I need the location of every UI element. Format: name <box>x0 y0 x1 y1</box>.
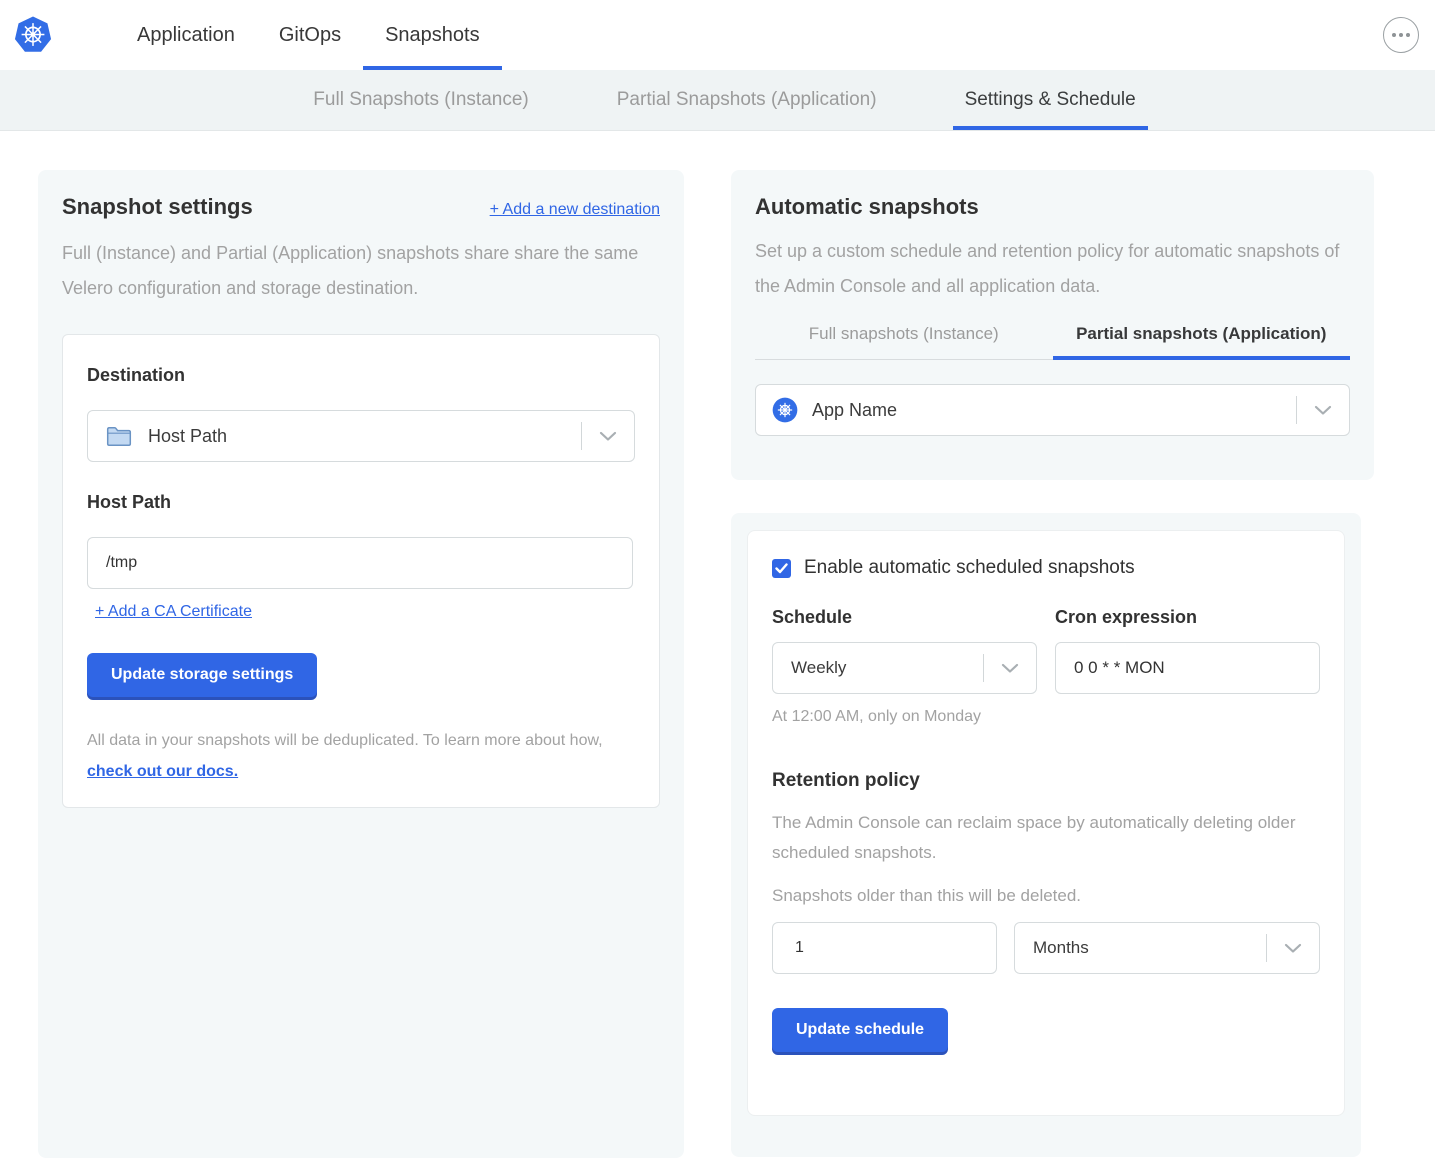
chevron-down-icon[interactable] <box>984 663 1036 674</box>
subnav-tab-full-snapshots[interactable]: Full Snapshots (Instance) <box>313 70 528 130</box>
tab-full-snapshots-instance[interactable]: Full snapshots (Instance) <box>755 324 1053 360</box>
automatic-snapshots-panel: Automatic snapshots Set up a custom sche… <box>731 170 1374 480</box>
app-select[interactable]: App Name <box>755 384 1350 436</box>
docs-link[interactable]: check out our docs. <box>87 763 238 780</box>
schedule-column: Schedule Weekly <box>772 607 1037 726</box>
enable-snapshots-label: Enable automatic scheduled snapshots <box>804 557 1135 579</box>
retention-policy-section: Retention policy The Admin Console can r… <box>772 770 1320 974</box>
automatic-snapshots-description: Set up a custom schedule and retention p… <box>755 234 1350 304</box>
enable-snapshots-checkbox[interactable] <box>772 559 791 578</box>
ellipsis-menu-icon[interactable] <box>1383 17 1419 53</box>
snapshot-settings-title: Snapshot settings <box>62 194 253 220</box>
retention-hint: Snapshots older than this will be delete… <box>772 886 1320 906</box>
nav-item-gitops[interactable]: GitOps <box>257 0 363 70</box>
cron-column: Cron expression <box>1055 607 1320 726</box>
cron-expression-label: Cron expression <box>1055 607 1320 628</box>
automatic-snapshots-title: Automatic snapshots <box>755 194 1350 220</box>
destination-value: Host Path <box>148 426 227 447</box>
folder-icon <box>106 426 132 447</box>
tab-partial-snapshots-application[interactable]: Partial snapshots (Application) <box>1053 324 1351 360</box>
schedule-form-row: Schedule Weekly <box>772 607 1320 726</box>
schedule-label: Schedule <box>772 607 1037 628</box>
chevron-down-icon[interactable] <box>1267 943 1319 954</box>
host-path-label: Host Path <box>87 492 635 513</box>
snapshot-settings-description: Full (Instance) and Partial (Application… <box>62 236 660 306</box>
snapshot-settings-header: Snapshot settings + Add a new destinatio… <box>62 194 660 220</box>
chevron-down-icon[interactable] <box>582 431 634 442</box>
add-new-destination-link[interactable]: + Add a new destination <box>490 201 660 219</box>
schedule-interval-select[interactable]: Weekly <box>772 642 1037 694</box>
destination-label: Destination <box>87 365 635 386</box>
right-column: Automatic snapshots Set up a custom sche… <box>731 170 1374 1158</box>
app-select-value: App Name <box>812 400 897 421</box>
destination-select[interactable]: Host Path <box>87 410 635 462</box>
cron-readable-text: At 12:00 AM, only on Monday <box>772 708 1037 726</box>
subnav-tab-settings-schedule[interactable]: Settings & Schedule <box>965 70 1136 130</box>
kubernetes-logo-icon <box>14 15 52 55</box>
retention-unit-select[interactable]: Months <box>1014 922 1320 974</box>
schedule-card: Enable automatic scheduled snapshots Sch… <box>747 530 1345 1116</box>
snapshot-type-tabs: Full snapshots (Instance) Partial snapsh… <box>755 324 1350 360</box>
retention-form-row: Months <box>772 922 1320 974</box>
enable-snapshots-row: Enable automatic scheduled snapshots <box>772 557 1320 579</box>
cron-expression-input[interactable] <box>1055 642 1320 694</box>
dedupe-note: All data in your snapshots will be dedup… <box>87 725 635 787</box>
retention-unit-value: Months <box>1033 938 1089 958</box>
snapshot-settings-panel: Snapshot settings + Add a new destinatio… <box>38 170 684 1158</box>
main-content: Snapshot settings + Add a new destinatio… <box>0 131 1435 1158</box>
dedupe-note-text: All data in your snapshots will be dedup… <box>87 732 603 749</box>
update-storage-settings-button[interactable]: Update storage settings <box>87 653 317 697</box>
top-navigation: Application GitOps Snapshots <box>115 0 502 70</box>
retention-amount-input[interactable] <box>772 922 997 974</box>
checkmark-icon <box>775 563 788 574</box>
host-path-input[interactable] <box>87 537 633 589</box>
subnav-tab-partial-snapshots[interactable]: Partial Snapshots (Application) <box>617 70 877 130</box>
nav-item-application[interactable]: Application <box>115 0 257 70</box>
retention-policy-title: Retention policy <box>772 770 1320 792</box>
schedule-interval-value: Weekly <box>791 658 846 678</box>
retention-policy-description: The Admin Console can reclaim space by a… <box>772 808 1320 868</box>
storage-settings-card: Destination Host Path Host Path <box>62 334 660 808</box>
nav-item-snapshots[interactable]: Snapshots <box>363 0 502 70</box>
update-schedule-button[interactable]: Update schedule <box>772 1008 948 1052</box>
chevron-down-icon[interactable] <box>1297 405 1349 416</box>
add-ca-certificate-link[interactable]: + Add a CA Certificate <box>95 603 252 620</box>
kubernetes-app-icon <box>772 397 798 423</box>
snapshots-subnav: Full Snapshots (Instance) Partial Snapsh… <box>0 70 1435 131</box>
schedule-panel: Enable automatic scheduled snapshots Sch… <box>731 513 1361 1157</box>
app-header: Application GitOps Snapshots <box>0 0 1435 70</box>
